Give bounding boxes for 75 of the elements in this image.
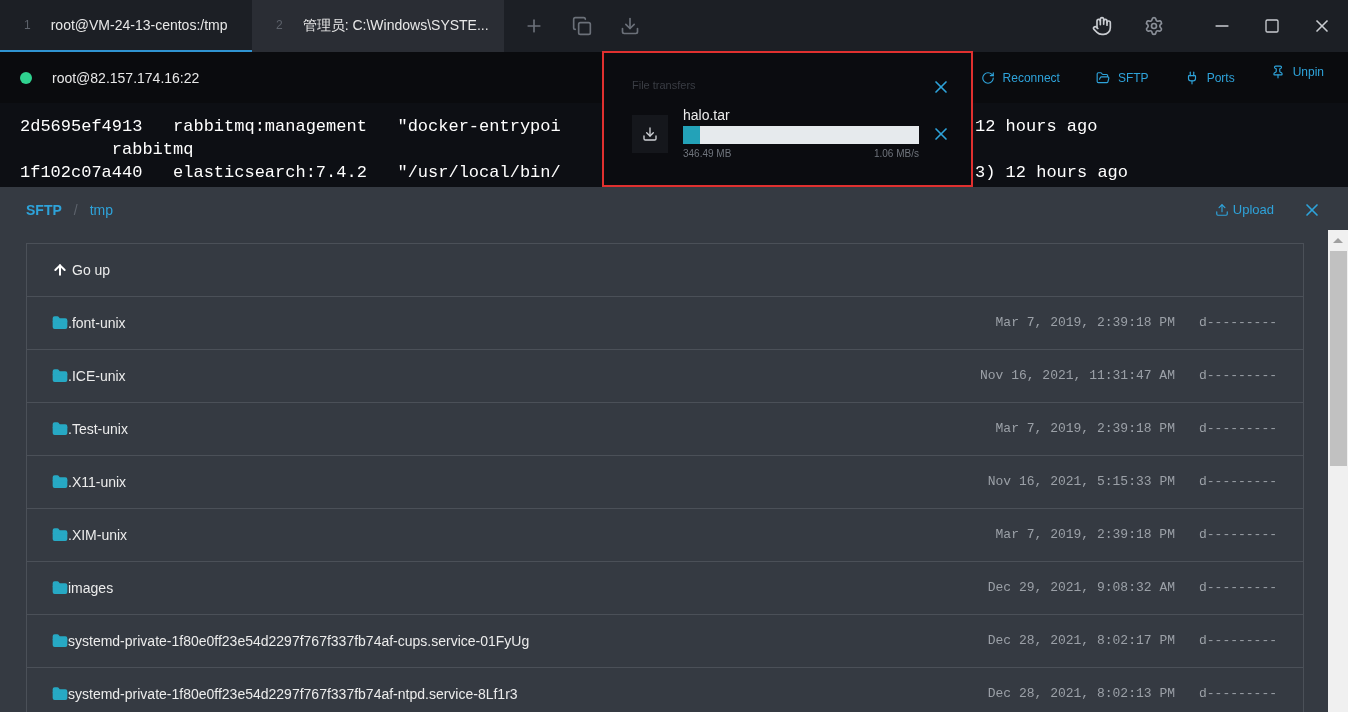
- breadcrumb-link[interactable]: tmp: [89, 200, 113, 220]
- file-date: Nov 16, 2021, 11:31:47 AM: [979, 367, 1175, 386]
- breadcrumb-separator: /: [73, 201, 78, 220]
- file-row[interactable]: images Dec 29, 2021, 9:08:32 AM d---------: [27, 562, 1303, 615]
- tab-title: root@VM-24-13-centos:/tmp: [50, 16, 228, 35]
- file-date: Mar 7, 2019, 2:39:18 PM: [995, 314, 1175, 333]
- folder-icon: [52, 421, 68, 437]
- file-permissions: d---------: [1199, 473, 1277, 492]
- folder-icon: [52, 633, 68, 649]
- arrow-up-icon: [52, 262, 68, 278]
- windows-icon[interactable]: [572, 16, 592, 36]
- host-label: root@82.157.174.16:22: [52, 68, 200, 88]
- file-date: Mar 7, 2019, 2:39:18 PM: [995, 420, 1175, 439]
- file-permissions: d---------: [1199, 579, 1277, 598]
- file-permissions: d---------: [1199, 685, 1277, 704]
- file-permissions: d---------: [1199, 314, 1277, 333]
- download-icon[interactable]: [620, 16, 640, 36]
- file-row[interactable]: .Test-unix Mar 7, 2019, 2:39:18 PM d---------: [27, 403, 1303, 456]
- file-name: .font-unix: [68, 314, 126, 333]
- file-date: Dec 28, 2021, 8:02:13 PM: [987, 685, 1175, 704]
- toolbar-button[interactable]: Reconnect: [980, 69, 1060, 86]
- file-date: Dec 28, 2021, 8:02:17 PM: [987, 632, 1175, 651]
- file-name: systemd-private-1f80e0ff23e54d2297f767f337fb74af-ntpd.service-8Lf1r3: [68, 685, 518, 704]
- file-row[interactable]: systemd-private-1f80e0ff23e54d2297f767f337fb74af-cups.service-01FyUg Dec 28, 2021, 8:02:17 PM d---------: [27, 615, 1303, 668]
- file-name: systemd-private-1f80e0ff23e54d2297f767f337fb74af-cups.service-01FyUg: [68, 632, 530, 651]
- tab-title: 管理员: C:\Windows\SYSTE...: [302, 16, 489, 35]
- upload-icon: [1214, 203, 1229, 217]
- folder-icon: [52, 527, 68, 543]
- scrollbar[interactable]: [1328, 230, 1348, 712]
- file-permissions: d---------: [1199, 526, 1277, 545]
- terminal-text: rabbitmq: [110, 139, 195, 161]
- reconnect-icon: [980, 70, 995, 85]
- terminal-text: 1f102c07a440 elasticsearch:7.4.2 "/usr/local/bin/: [20, 162, 562, 184]
- transfer-size: 346.49 MB: [683, 147, 732, 161]
- terminal-text: 2d5695ef4913 rabbitmq:management "docker-entrypoi: [20, 116, 562, 138]
- settings-icon[interactable]: [1144, 16, 1164, 36]
- file-row[interactable]: .font-unix Mar 7, 2019, 2:39:18 PM d---------: [27, 297, 1303, 350]
- file-name: images: [68, 579, 114, 598]
- file-name: .ICE-unix: [68, 367, 126, 386]
- tab-number: 1: [24, 17, 31, 33]
- folder-icon: [52, 474, 68, 490]
- upload-button[interactable]: Upload: [1214, 200, 1274, 220]
- file-permissions: d---------: [1199, 420, 1277, 439]
- breadcrumb-link[interactable]: SFTP: [26, 200, 62, 220]
- file-name: .Test-unix: [68, 420, 128, 439]
- terminal-text: 3) 12 hours ago: [975, 162, 1129, 184]
- terminal-text: 12 hours ago: [975, 116, 1098, 138]
- transfer-speed: 1.06 MB/s: [873, 147, 919, 161]
- maximize-icon[interactable]: [1264, 18, 1280, 34]
- file-row[interactable]: systemd-private-1f80e0ff23e54d2297f767f337fb74af-ntpd.service-8Lf1r3 Dec 28, 2021, 8:02:13 PM d---------: [27, 668, 1303, 712]
- file-row[interactable]: .X11-unix Nov 16, 2021, 5:15:33 PM d---------: [27, 456, 1303, 509]
- file-name: .XIM-unix: [68, 526, 128, 545]
- file-date: Nov 16, 2021, 5:15:33 PM: [987, 473, 1175, 492]
- hand-icon[interactable]: [1092, 16, 1112, 36]
- scrollbar-thumb[interactable]: [1329, 251, 1347, 466]
- folder-icon: [52, 686, 68, 702]
- folder-icon: [52, 315, 68, 331]
- file-name: halo.tar: [683, 107, 731, 123]
- toolbar-button[interactable]: Unpin: [1270, 63, 1324, 80]
- toolbar-button[interactable]: SFTP: [1095, 69, 1149, 86]
- file-permissions: d---------: [1199, 632, 1277, 651]
- file-date: Mar 7, 2019, 2:39:18 PM: [995, 526, 1175, 545]
- folder-icon: [1095, 70, 1110, 85]
- file-row[interactable]: .XIM-unix Mar 7, 2019, 2:39:18 PM d---------: [27, 509, 1303, 562]
- file-name: .X11-unix: [68, 473, 127, 492]
- pin-icon: [1270, 64, 1285, 79]
- folder-icon: [52, 368, 68, 384]
- download-icon: [642, 126, 658, 142]
- folder-icon: [52, 580, 68, 596]
- file-date: Dec 29, 2021, 9:08:32 AM: [987, 579, 1175, 598]
- file-row[interactable]: .ICE-unix Nov 16, 2021, 11:31:47 AM d---------: [27, 350, 1303, 403]
- file-permissions: d---------: [1199, 367, 1277, 386]
- file-row[interactable]: Go up: [27, 244, 1303, 297]
- file-name: Go up: [72, 261, 111, 280]
- toolbar-button[interactable]: Ports: [1184, 69, 1235, 86]
